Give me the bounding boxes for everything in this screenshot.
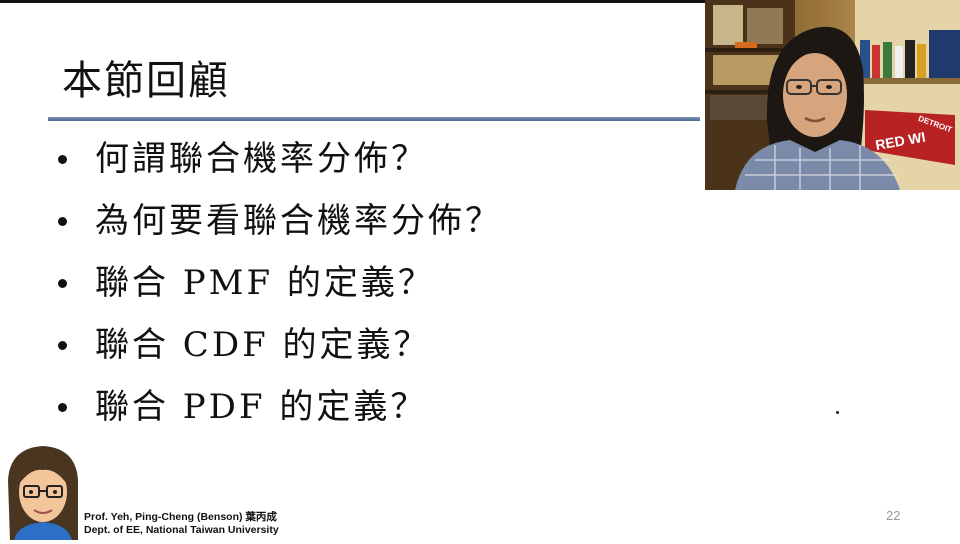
title-divider [48, 117, 700, 121]
webcam-scene: RED WI DETROIT [705, 0, 960, 190]
bullet-list: 何謂聯合機率分佈？ 為何要看聯合機率分佈？ 聯合 PMF 的定義？ 聯合 CDF… [58, 128, 502, 438]
credit-name: Prof. Yeh, Ping-Cheng (Benson) 葉丙成 [84, 511, 277, 523]
credit-dept: Dept. of EE, National Taiwan University [84, 524, 279, 536]
bullet-item: 聯合 CDF 的定義？ [58, 314, 502, 376]
bullet-item: 何謂聯合機率分佈？ [58, 128, 502, 190]
bullet-icon [58, 340, 67, 350]
bullet-icon [58, 402, 67, 412]
page-number: 22 [886, 508, 901, 523]
slide-title: 本節回顧 [62, 58, 230, 104]
bullet-item: 聯合 PMF 的定義？ [58, 252, 502, 314]
footer-credit: Prof. Yeh, Ping-Cheng (Benson) 葉丙成 Dept.… [84, 511, 279, 537]
bullet-icon [58, 216, 67, 226]
avatar-icon [8, 446, 78, 540]
bullet-item: 聯合 PDF 的定義？ [58, 376, 502, 438]
bullet-item: 為何要看聯合機率分佈？ [58, 190, 502, 252]
bullet-icon [58, 154, 67, 164]
bullet-icon [58, 278, 67, 288]
mii-avatar [0, 440, 86, 540]
webcam-overlay: RED WI DETROIT [705, 0, 960, 190]
pointer-dot [836, 411, 839, 414]
